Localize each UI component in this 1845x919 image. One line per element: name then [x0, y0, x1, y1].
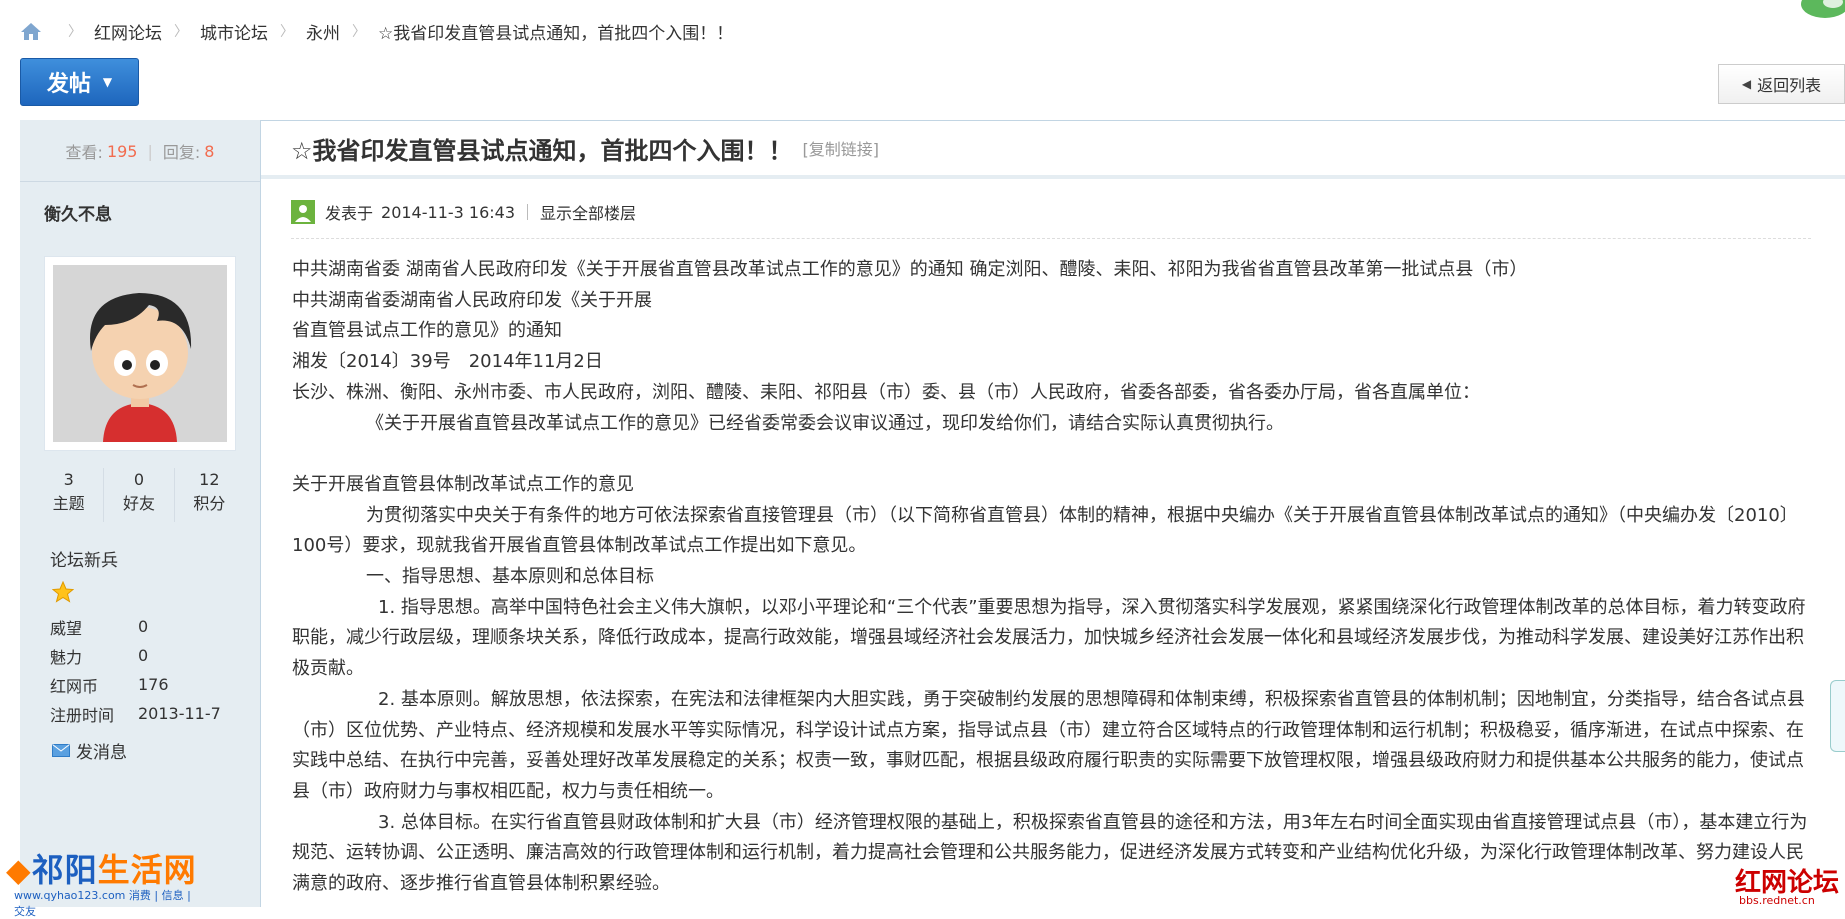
- content-paragraph: 中共湖南省委 湖南省人民政府印发《关于开展省直管县改革试点工作的意见》的通知 确…: [292, 259, 1528, 280]
- author-counts: 3 主题 0 好友 12 积分: [34, 468, 244, 522]
- breadcrumb-separator: 〉: [280, 24, 294, 40]
- count-points[interactable]: 12 积分: [175, 468, 244, 522]
- cartoon-boy-avatar-icon: [53, 265, 227, 442]
- info-value: 0: [138, 646, 149, 665]
- content-paragraph: 2. 基本原则。解放思想，依法探索，在宪法和法律框架内大胆实践，勇于突破制约发展…: [292, 688, 1805, 802]
- side-float-tab[interactable]: [1830, 680, 1845, 752]
- watermark-subtitle: www.qyhao123.com 消费 | 信息 | 交友: [14, 889, 191, 918]
- posted-label: 发表于: [325, 204, 374, 223]
- avatar[interactable]: [44, 256, 236, 451]
- content-paragraph: 《关于开展省直管县改革试点工作的意见》已经省委常委会议审议通过，现印发给你们，请…: [366, 412, 1284, 434]
- count-label: 主题: [52, 494, 85, 513]
- views-label: 查看:: [65, 143, 103, 162]
- post-button-label: 发帖: [46, 72, 91, 97]
- count-value: 0: [133, 470, 145, 489]
- copy-link-button[interactable]: [复制链接]: [803, 136, 880, 160]
- info-key: 威望: [50, 618, 83, 638]
- info-value: 176: [138, 675, 169, 694]
- count-label: 好友: [122, 494, 155, 513]
- watermark-subtitle: bbs.rednet.cn: [1739, 894, 1815, 907]
- views-count: 195: [106, 141, 138, 161]
- content-paragraph: 长沙、株洲、衡阳、永州市委、市人民政府，浏阳、醴陵、耒阳、祁阳县（市）委、县（市…: [292, 381, 1480, 403]
- qiyang-life-watermark: ◆祁阳生活网 www.qyhao123.com 消费 | 信息 | 交友: [6, 845, 204, 918]
- posted-time: 2014-11-3 16:43: [381, 202, 516, 222]
- count-topics[interactable]: 3 主题: [34, 468, 105, 522]
- rednet-watermark: 红网论坛 bbs.rednet.cn: [1735, 862, 1845, 907]
- content-paragraph: 3. 总体目标。在实行省直管县财政体制和扩大县（市）经济管理权限的基础上，积极探…: [292, 811, 1808, 895]
- breadcrumb-separator: 〉: [174, 24, 188, 40]
- stats-divider: |: [147, 141, 153, 161]
- corner-badge-icon: [1801, 0, 1845, 18]
- watermark-title: ◆祁阳生活网: [6, 851, 197, 889]
- content-paragraph: 关于开展省直管县体制改革试点工作的意见: [292, 473, 634, 495]
- post-button[interactable]: 发帖 ▼: [20, 58, 139, 106]
- replies-count: 8: [204, 141, 215, 161]
- content-divider: [291, 238, 1811, 239]
- info-key: 魅力: [50, 647, 83, 667]
- send-message-label: 发消息: [76, 743, 127, 763]
- star-icon: [52, 581, 74, 603]
- author-name[interactable]: 衡久不息: [44, 200, 112, 225]
- caret-down-icon: ▼: [102, 75, 113, 89]
- page-title: ☆我省印发直管县试点通知，首批四个入围！！: [291, 136, 793, 165]
- content-paragraph: 省直管县试点工作的意见》的通知: [292, 320, 562, 342]
- count-friends[interactable]: 0 好友: [104, 468, 175, 522]
- send-message-link[interactable]: 发消息: [52, 738, 127, 763]
- author-info: 威望 0 魅力 0 红网币 176 注册时间 2013-11-7: [50, 612, 221, 728]
- triangle-left-icon: ◀: [1741, 77, 1752, 91]
- mail-icon: [52, 744, 70, 757]
- post-title-bar: ☆我省印发直管县试点通知，首批四个入围！！ [复制链接]: [261, 121, 1845, 179]
- post-meta: 发表于 2014-11-3 16:43 显示全部楼层: [291, 200, 636, 224]
- info-row: 魅力 0: [50, 641, 221, 670]
- content-paragraph: 1. 指导思想。高举中国特色社会主义伟大旗帜，以邓小平理论和“三个代表”重要思想…: [292, 596, 1806, 680]
- breadcrumb-link-rednet-forum[interactable]: 红网论坛: [94, 19, 162, 44]
- diamond-logo-icon: ◆: [6, 851, 32, 889]
- author-rank[interactable]: 论坛新兵: [50, 546, 118, 571]
- breadcrumb-current: ☆我省印发直管县试点通知，首批四个入围！！: [378, 23, 734, 44]
- back-to-list-label: 返回列表: [1757, 76, 1822, 95]
- info-row: 注册时间 2013-11-7: [50, 699, 221, 728]
- breadcrumb-link-yongzhou[interactable]: 永州: [306, 19, 340, 44]
- show-all-floors-link[interactable]: 显示全部楼层: [540, 200, 636, 224]
- count-value: 12: [199, 470, 220, 489]
- info-key: 红网币: [50, 676, 99, 696]
- info-value: 0: [138, 617, 149, 636]
- content-paragraph: 为贯彻落实中央关于有条件的地方可依法探索省直接管理县（市）（以下简称省直管县）体…: [292, 504, 1798, 557]
- count-value: 3: [63, 470, 74, 489]
- thread-stats: 查看: 195 | 回复: 8: [20, 121, 260, 182]
- online-status-icon: [291, 200, 315, 224]
- breadcrumb-link-city-forum[interactable]: 城市论坛: [200, 19, 268, 44]
- content-paragraph: 中共湖南省委湖南省人民政府印发《关于开展: [292, 289, 652, 311]
- count-label: 积分: [193, 494, 226, 513]
- breadcrumb-separator: 〉: [352, 24, 366, 40]
- breadcrumb-separator: 〉: [68, 24, 82, 40]
- content-paragraph: 一、指导思想、基本原则和总体目标: [366, 566, 654, 588]
- back-to-list-button[interactable]: ◀ 返回列表: [1718, 64, 1845, 104]
- meta-divider: [527, 204, 529, 220]
- breadcrumb: 〉 红网论坛 〉 城市论坛 〉 永州 〉 ☆我省印发直管县试点通知，首批四个入围…: [20, 18, 733, 44]
- home-icon[interactable]: [20, 21, 42, 41]
- replies-label: 回复:: [162, 143, 201, 162]
- info-key: 注册时间: [50, 705, 115, 725]
- info-value: 2013-11-7: [138, 704, 221, 723]
- post-content: 中共湖南省委 湖南省人民政府印发《关于开展省直管县改革试点工作的意见》的通知 确…: [292, 255, 1817, 900]
- info-row: 红网币 176: [50, 670, 221, 699]
- info-row: 威望 0: [50, 612, 221, 641]
- content-paragraph: 湘发〔2014〕39号 2014年11月2日: [292, 351, 603, 373]
